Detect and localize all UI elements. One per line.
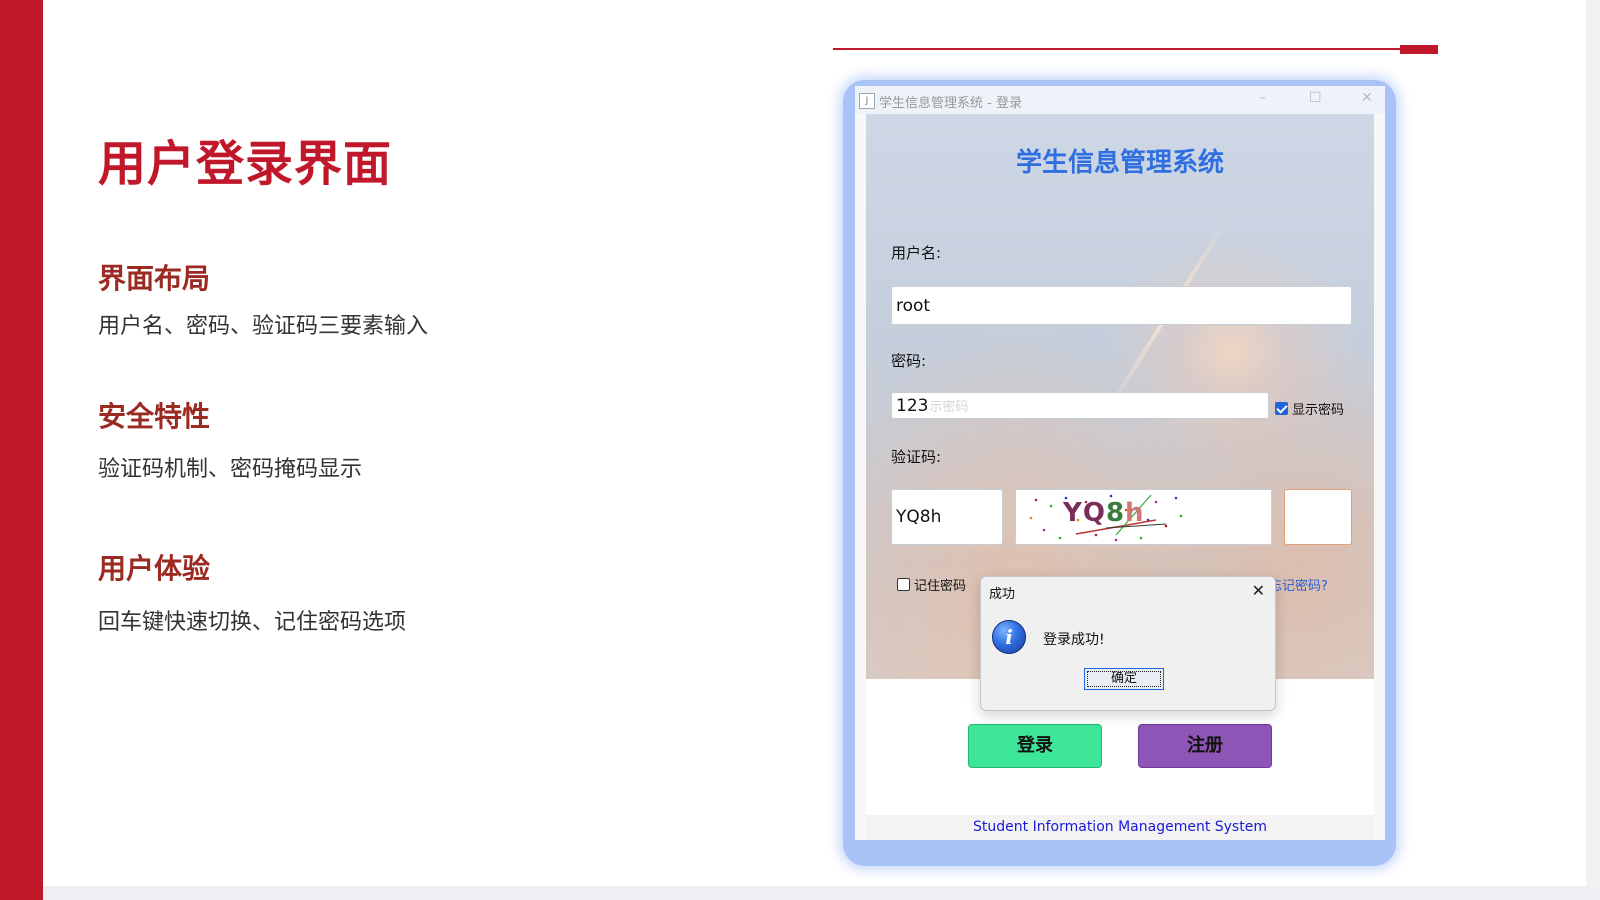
page-title: 用户登录界面 [98,136,393,192]
show-password-checkbox[interactable]: 显示密码 [1275,399,1344,418]
remember-password-label: 记住密码 [914,579,967,594]
show-password-label: 显示密码 [1292,403,1345,418]
password-value: 123 [896,395,929,416]
login-button[interactable]: 登录 [968,724,1102,768]
app-title: 学生信息管理系统 [1015,148,1224,178]
forgot-password-link[interactable]: 忘记密码? [1269,575,1328,594]
captcha-input[interactable]: YQ8h [891,489,1003,545]
success-dialog: 成功 ✕ i 登录成功! 确定 [980,576,1276,711]
checkbox-checked-icon [1275,402,1288,415]
minimize-icon[interactable]: – [1259,90,1266,106]
section-title-ux: 用户体验 [98,552,211,585]
password-label: 密码: [891,352,927,370]
right-strip [1586,0,1600,886]
remember-password-checkbox[interactable]: 记住密码 [897,575,966,594]
username-value: root [896,295,931,316]
section-text-layout: 用户名、密码、验证码三要素输入 [98,314,429,339]
dialog-title: 成功 [989,587,1016,602]
captcha-char: h [1125,498,1145,528]
captcha-char: YQ [1063,498,1106,528]
decorative-line [833,48,1407,50]
accent-sidebar [0,0,43,900]
username-input[interactable]: root [891,286,1352,325]
checkbox-unchecked-icon [897,578,910,591]
info-icon: i [992,620,1026,654]
decorative-block [1400,45,1438,54]
window-title: 学生信息管理系统 - 登录 [879,96,1022,111]
bottom-strip [43,886,1600,900]
app-icon: J [859,93,875,109]
captcha-refresh-box[interactable] [1284,489,1352,545]
captcha-char: 8 [1105,498,1126,528]
section-text-security: 验证码机制、密码掩码显示 [98,457,363,482]
captcha-image[interactable]: YQ8h [1015,489,1272,545]
captcha-value: YQ8h [896,507,942,527]
footer-text: Student Information Management System [866,815,1374,840]
section-title-security: 安全特性 [98,400,211,433]
maximize-icon[interactable]: ☐ [1309,90,1322,106]
ok-button[interactable]: 确定 [1084,668,1164,690]
dialog-close-icon[interactable]: ✕ [1252,581,1265,600]
section-text-ux: 回车键快速切换、记住密码选项 [98,610,407,635]
close-icon[interactable]: ✕ [1361,90,1373,106]
username-label: 用户名: [891,244,942,262]
dialog-message: 登录成功! [1043,632,1105,648]
login-window: J 学生信息管理系统 - 登录 – ☐ ✕ 学生信息管理系统 用户名: root… [855,86,1385,840]
register-button[interactable]: 注册 [1138,724,1272,768]
password-ghost-text: 示密码 [929,400,969,415]
section-title-layout: 界面布局 [98,262,211,295]
title-bar: J 学生信息管理系统 - 登录 – ☐ ✕ [855,86,1385,114]
password-input[interactable]: 123 示密码 [891,392,1269,419]
captcha-image-text: YQ8h [1063,498,1145,528]
captcha-label: 验证码: [891,448,942,466]
